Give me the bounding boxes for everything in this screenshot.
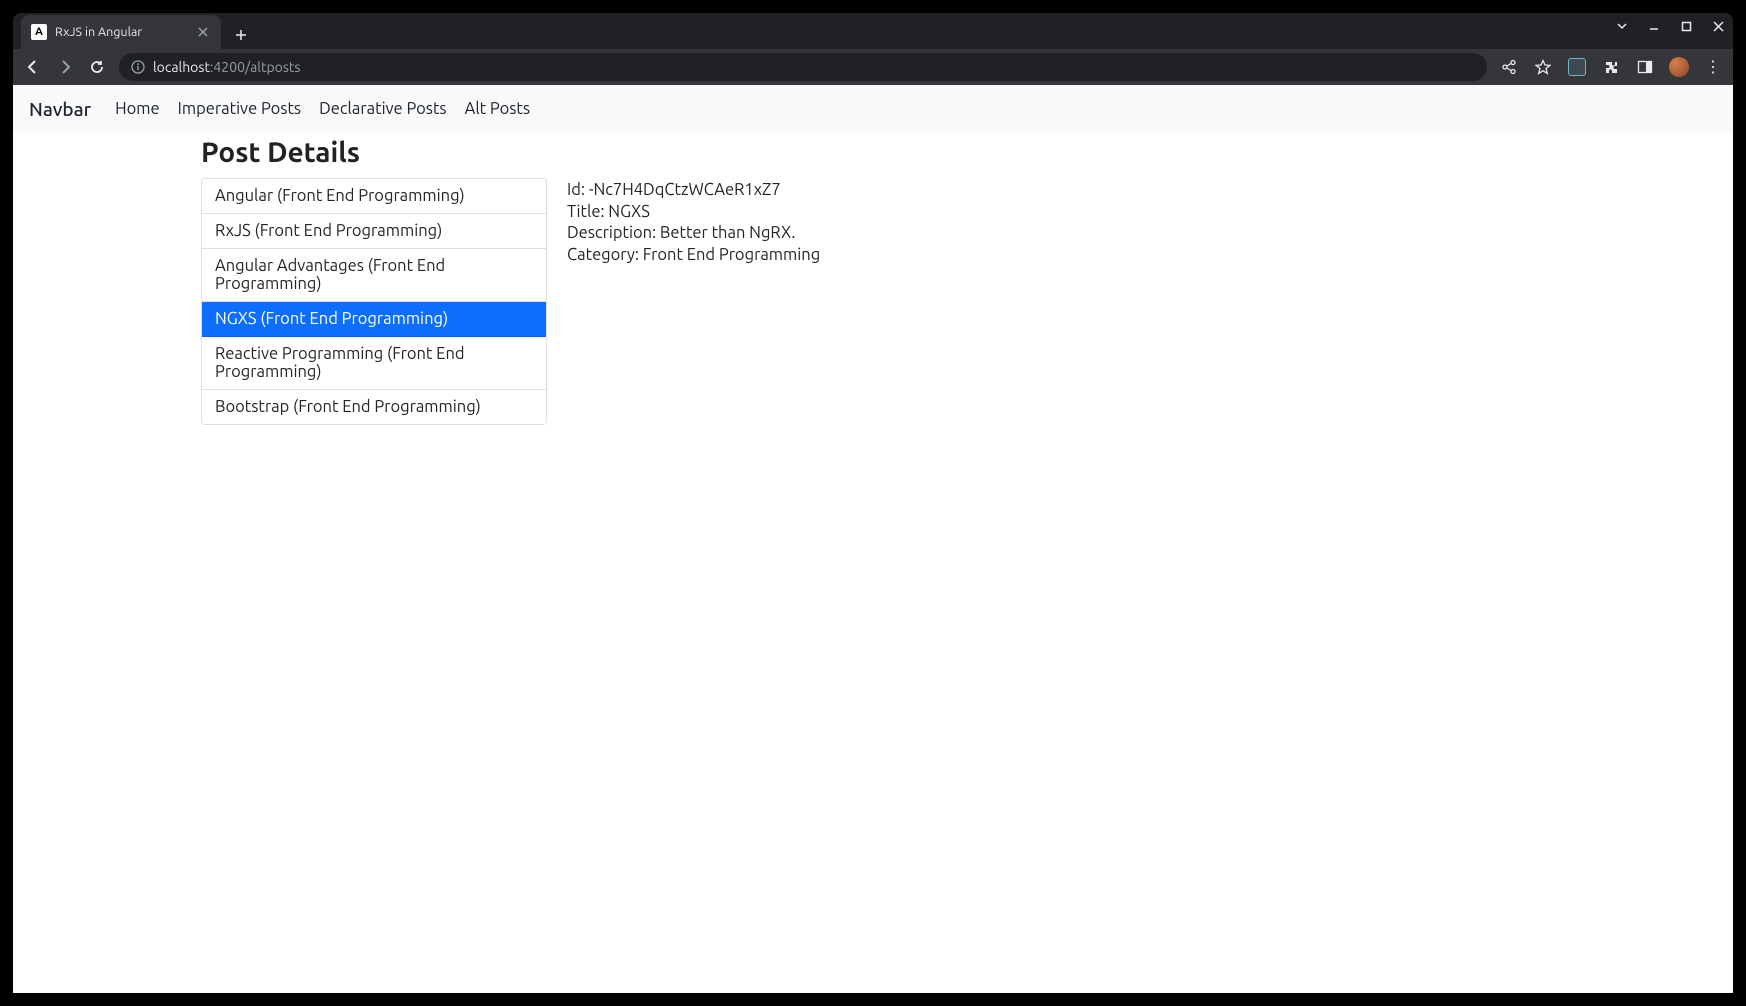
bookmark-star-icon[interactable] xyxy=(1533,57,1553,77)
detail-id: Id: -Nc7H4DqCtzWCAeR1xZ7 xyxy=(567,180,1301,201)
close-window-icon[interactable] xyxy=(1709,17,1727,35)
maximize-icon[interactable] xyxy=(1677,17,1695,35)
profile-avatar[interactable] xyxy=(1669,57,1689,77)
kebab-menu-icon[interactable]: ⋮ xyxy=(1703,57,1723,77)
reload-icon[interactable] xyxy=(87,57,107,77)
browser-tab[interactable]: A RxJS in Angular xyxy=(21,15,221,49)
post-list: Angular (Front End Programming)RxJS (Fro… xyxy=(201,178,547,425)
list-item[interactable]: Bootstrap (Front End Programming) xyxy=(202,390,546,424)
list-item[interactable]: NGXS (Front End Programming) xyxy=(202,302,546,337)
list-item[interactable]: RxJS (Front End Programming) xyxy=(202,214,546,249)
window-controls xyxy=(1613,17,1727,35)
nav-link[interactable]: Home xyxy=(115,100,160,118)
app-navbar: Navbar Home Imperative Posts Declarative P… xyxy=(13,85,1733,133)
address-bar[interactable]: localhost:4200/altposts xyxy=(119,53,1487,81)
url-text: localhost:4200/altposts xyxy=(153,59,301,75)
list-item[interactable]: Reactive Programming (Front End Programm… xyxy=(202,337,546,390)
page-content: Navbar Home Imperative Posts Declarative P… xyxy=(13,85,1733,993)
site-info-icon[interactable] xyxy=(131,60,145,74)
detail-description: Description: Better than NgRX. xyxy=(567,223,1301,244)
forward-icon[interactable] xyxy=(55,57,75,77)
toolbar-right: ⋮ xyxy=(1499,57,1723,77)
nav-link[interactable]: Imperative Posts xyxy=(178,100,301,118)
extension-box-icon[interactable] xyxy=(1567,57,1587,77)
panel-icon[interactable] xyxy=(1635,57,1655,77)
extensions-puzzle-icon[interactable] xyxy=(1601,57,1621,77)
nav-link[interactable]: Alt Posts xyxy=(465,100,530,118)
tab-favicon: A xyxy=(31,24,47,40)
close-tab-icon[interactable] xyxy=(195,24,211,40)
browser-toolbar: localhost:4200/altposts xyxy=(13,49,1733,85)
new-tab-button[interactable] xyxy=(227,21,255,49)
navbar-brand[interactable]: Navbar xyxy=(29,98,91,120)
share-icon[interactable] xyxy=(1499,57,1519,77)
detail-category: Category: Front End Programming xyxy=(567,245,1301,266)
detail-title: Title: NGXS xyxy=(567,202,1301,223)
page-title: Post Details xyxy=(201,137,1301,168)
back-icon[interactable] xyxy=(23,57,43,77)
browser-tab-strip: A RxJS in Angular xyxy=(13,13,1733,49)
post-detail: Id: -Nc7H4DqCtzWCAeR1xZ7 Title: NGXS Des… xyxy=(567,178,1301,425)
chevron-down-icon[interactable] xyxy=(1613,17,1631,35)
minimize-icon[interactable] xyxy=(1645,17,1663,35)
list-item[interactable]: Angular Advantages (Front End Programmin… xyxy=(202,249,546,302)
tab-title: RxJS in Angular xyxy=(55,25,187,39)
list-item[interactable]: Angular (Front End Programming) xyxy=(202,179,546,214)
nav-link[interactable]: Declarative Posts xyxy=(319,100,447,118)
